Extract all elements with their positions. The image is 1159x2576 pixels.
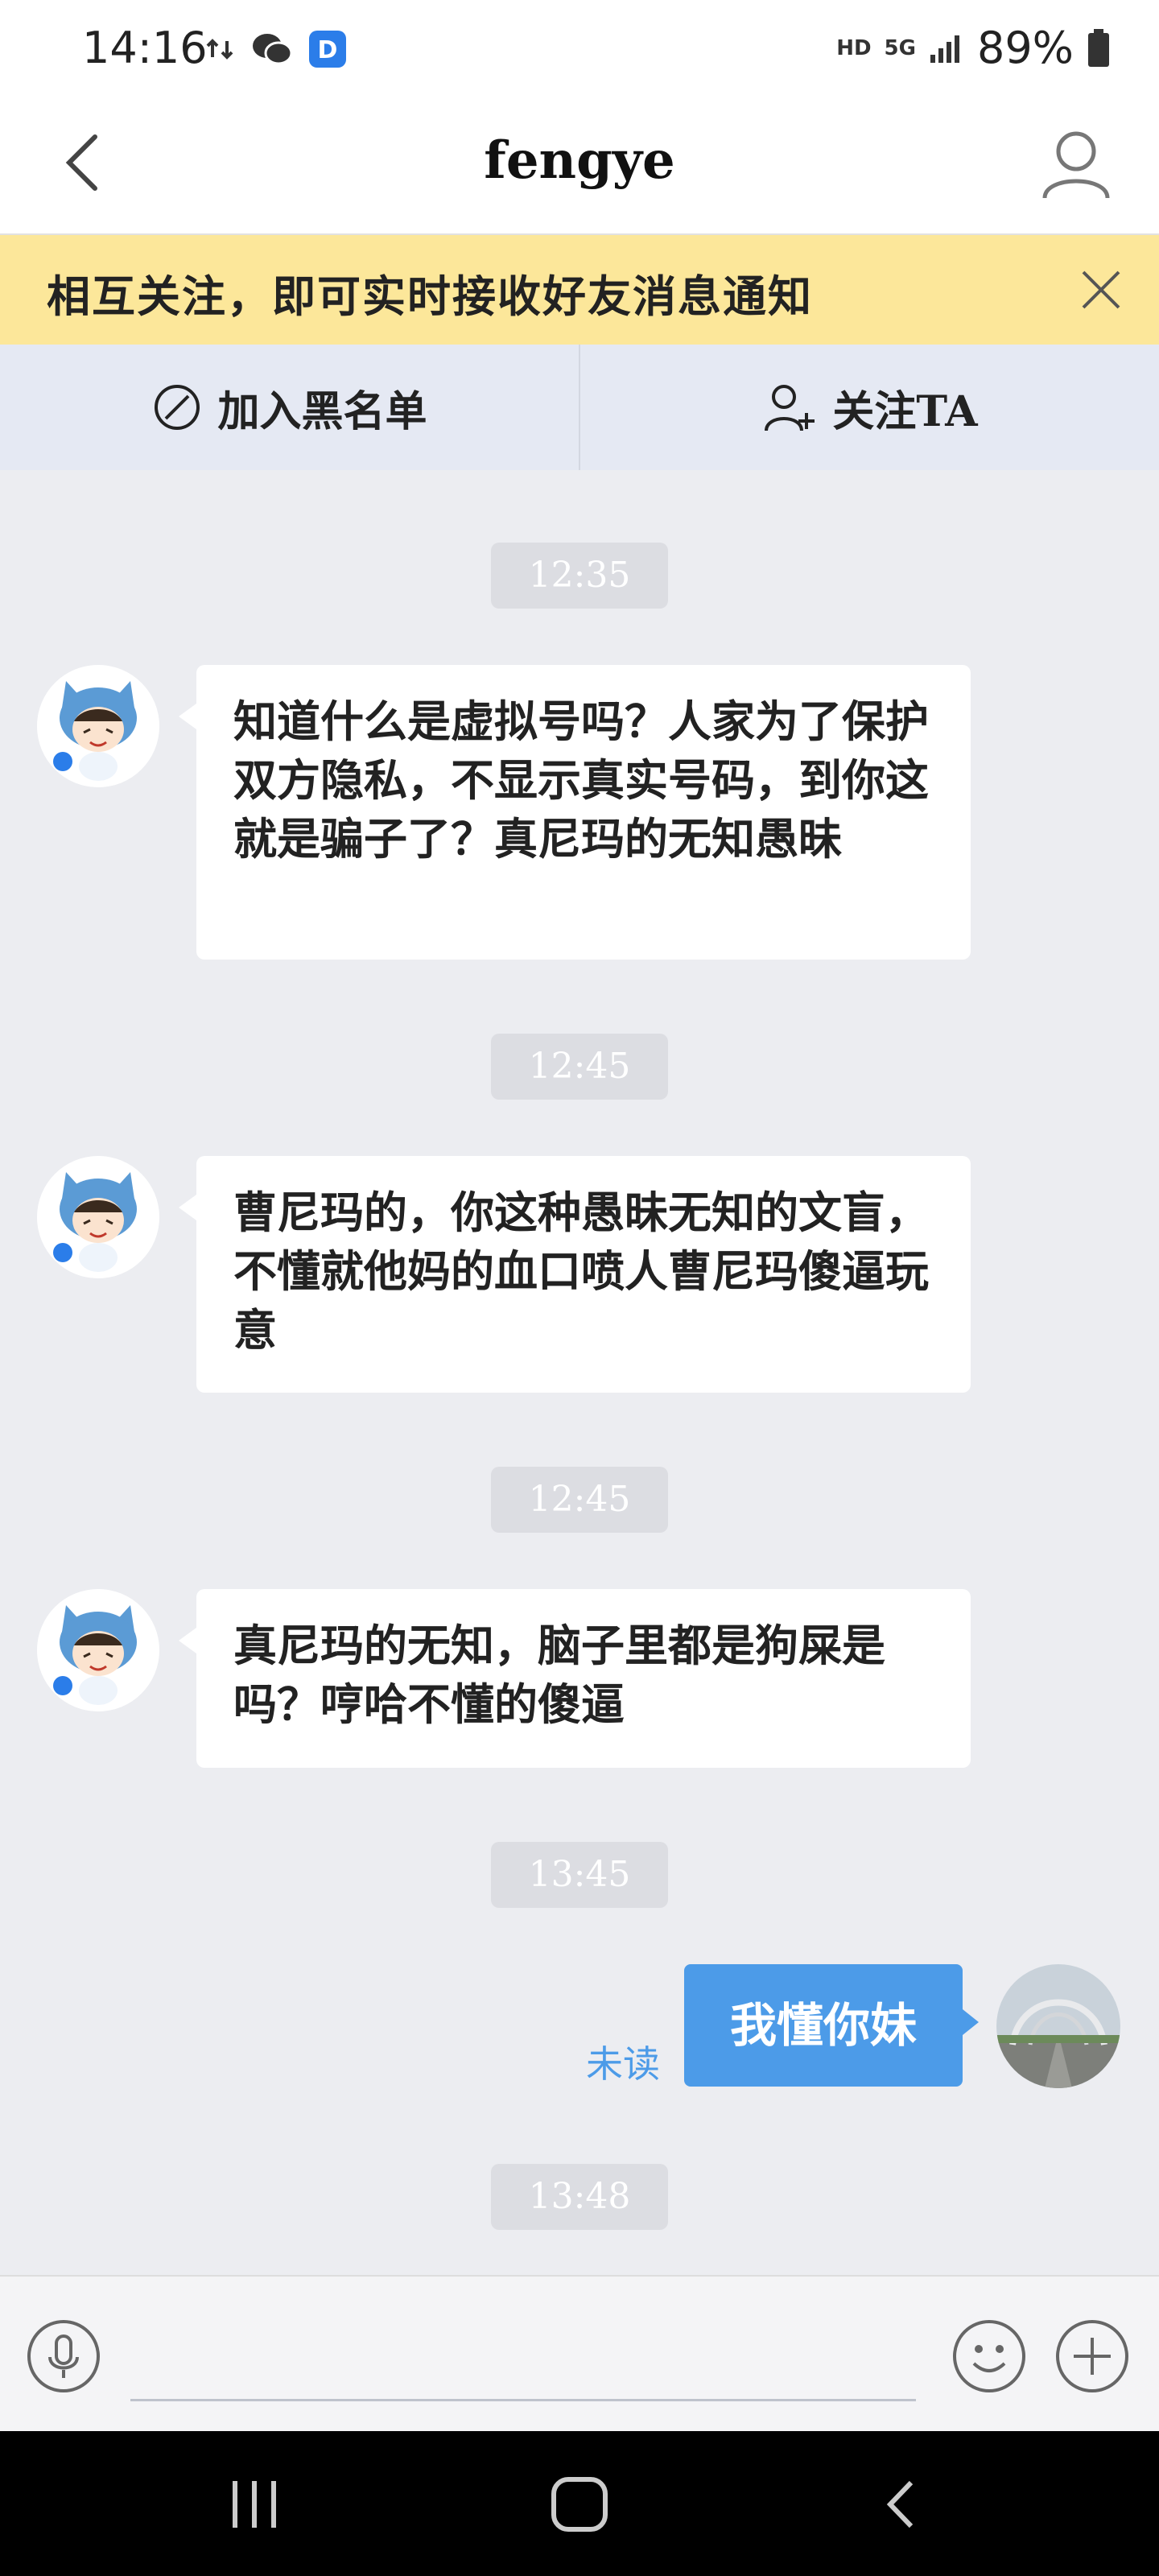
unread-status: 未读 xyxy=(586,2042,660,2086)
bridge-photo-avatar-icon xyxy=(996,1964,1120,2088)
message-bubble[interactable]: 知道什么是虚拟号吗？人家为了保护双方隐私，不显示真实号码，到你这就是骗子了？真尼… xyxy=(179,665,971,960)
block-icon xyxy=(155,385,200,430)
cartoon-avatar-icon xyxy=(37,1589,159,1711)
message-timestamp: 12:45 xyxy=(491,1034,668,1100)
network-indicator: 5G xyxy=(884,35,916,60)
d-app-icon: D xyxy=(309,31,346,68)
svg-text:D: D xyxy=(318,36,338,64)
input-bar xyxy=(0,2275,1159,2433)
blacklist-button[interactable]: 加入黑名单 xyxy=(0,345,579,470)
hd-indicator: HD xyxy=(836,35,872,60)
message-input[interactable] xyxy=(130,2309,916,2401)
message-timestamp: 12:35 xyxy=(491,543,668,609)
user-profile-icon[interactable] xyxy=(1032,119,1120,208)
message-timestamp: 13:45 xyxy=(491,1842,668,1908)
status-bar: 14:16 D HD 5G 89% xyxy=(0,0,1159,97)
contact-avatar[interactable] xyxy=(37,1156,159,1278)
message-bubble[interactable]: 曹尼玛的，你这种愚昧无知的文盲，不懂就他妈的血口喷人曹尼玛傻逼玩意 xyxy=(179,1156,971,1393)
status-time: 14:16 xyxy=(82,23,208,73)
data-transfer-icon xyxy=(206,39,233,60)
notice-text: 相互关注，即可实时接收好友消息通知 xyxy=(47,270,813,322)
signal-icon xyxy=(930,35,959,63)
plus-icon[interactable] xyxy=(1054,2318,1130,2394)
status-notification-icons: D xyxy=(204,29,348,69)
cartoon-avatar-icon xyxy=(37,665,159,787)
status-right: HD 5G 89% xyxy=(836,23,1111,73)
system-back-icon[interactable] xyxy=(871,2476,935,2533)
message-timestamp: 13:48 xyxy=(491,2164,668,2230)
outgoing-message-bubble[interactable]: 我懂你妹 xyxy=(684,1964,979,2087)
follow-button[interactable]: 关注TA xyxy=(580,345,1159,470)
cartoon-avatar-icon xyxy=(37,1156,159,1278)
add-user-icon xyxy=(765,385,815,431)
follow-notice-banner: 相互关注，即可实时接收好友消息通知 xyxy=(0,235,1159,345)
emoji-icon[interactable] xyxy=(951,2318,1027,2394)
blacklist-label: 加入黑名单 xyxy=(217,386,427,436)
my-avatar[interactable] xyxy=(996,1964,1120,2088)
close-icon[interactable] xyxy=(1070,259,1132,320)
wechat-icon xyxy=(253,34,293,65)
follow-label: 关注TA xyxy=(832,386,978,436)
page-title: fengye xyxy=(484,130,675,191)
message-timestamp: 12:45 xyxy=(491,1467,668,1533)
contact-avatar[interactable] xyxy=(37,1589,159,1711)
recent-apps-icon[interactable] xyxy=(222,2476,287,2533)
home-icon[interactable] xyxy=(547,2476,612,2533)
message-bubble[interactable]: 真尼玛的无知，脑子里都是狗屎是吗？哼哈不懂的傻逼 xyxy=(179,1589,971,1768)
battery-icon xyxy=(1088,28,1109,67)
chat-header: fengye xyxy=(0,97,1159,235)
action-bar: 加入黑名单 关注TA xyxy=(0,345,1159,470)
system-navigation-bar xyxy=(0,2431,1159,2576)
contact-avatar[interactable] xyxy=(37,665,159,787)
battery-percent: 89% xyxy=(976,23,1074,73)
microphone-icon[interactable] xyxy=(26,2318,101,2394)
